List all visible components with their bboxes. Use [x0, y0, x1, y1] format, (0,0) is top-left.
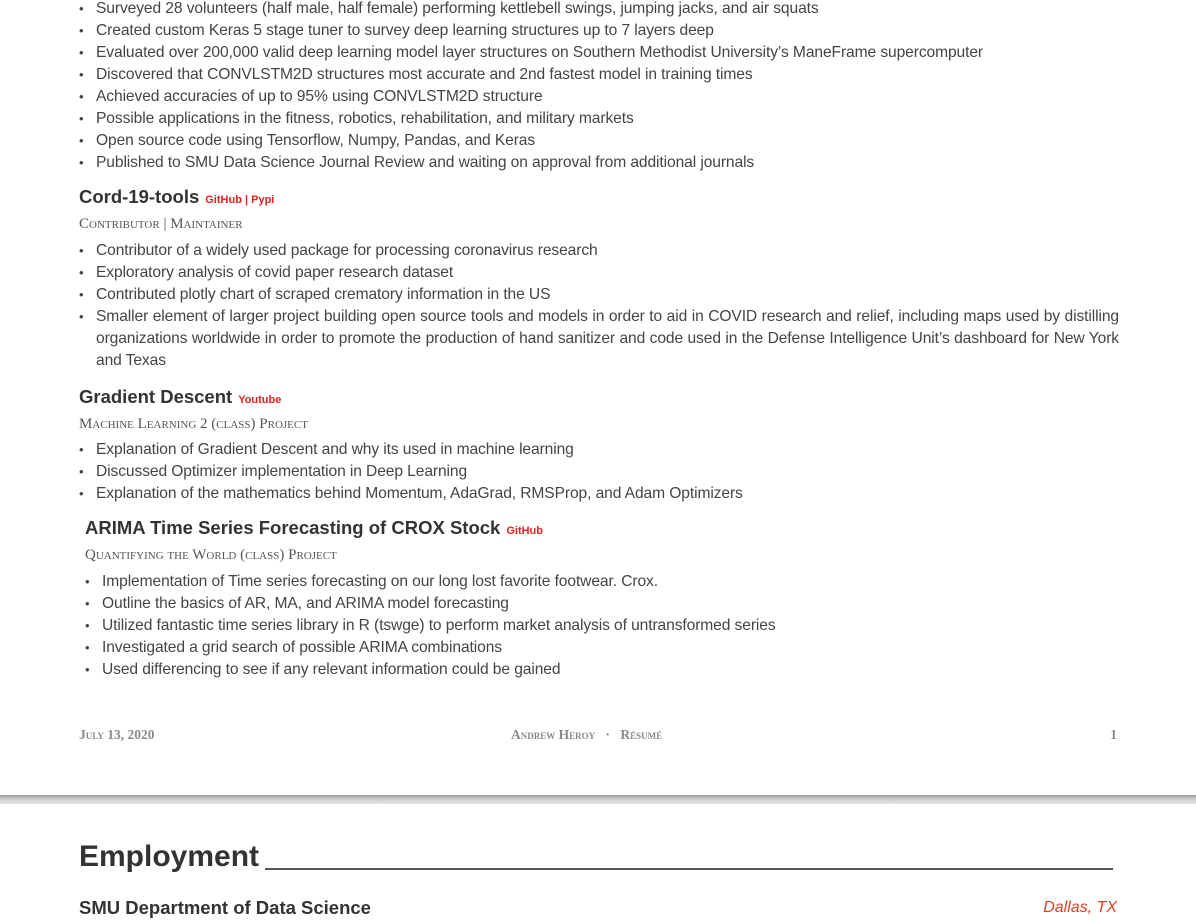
list-item: Published to SMU Data Science Journal Re…	[79, 152, 1119, 174]
project-title-arima: ARIMA Time Series Forecasting of CROX St…	[85, 517, 543, 539]
footer-doc-title: Résumé	[620, 727, 663, 742]
footer-page-number: 1	[1110, 727, 1117, 742]
footer-date: July 13, 2020	[79, 727, 155, 742]
list-item: Possible applications in the fitness, ro…	[79, 108, 1119, 130]
project-title-gradient-descent: Gradient Descent Youtube	[79, 386, 281, 408]
footer-center: Andrew Heroy · Résumé	[511, 727, 662, 743]
list-item: Used differencing to see if any relevant…	[85, 659, 1115, 681]
project-bullet-list: Implementation of Time series forecastin…	[85, 571, 1115, 681]
project-links: GitHub | Pypi	[205, 194, 275, 206]
list-item: Explanation of the mathematics behind Mo…	[79, 483, 1119, 505]
list-item: Investigated a grid search of possible A…	[85, 637, 1115, 659]
list-item: Explanation of Gradient Descent and why …	[79, 439, 1119, 461]
list-item: Contributor of a widely used package for…	[79, 240, 1119, 262]
employer-location: Dallas, TX	[1043, 899, 1117, 916]
list-item: Smaller element of larger project buildi…	[79, 306, 1119, 372]
resume-page-1: Surveyed 28 volunteers (half male, half …	[0, 0, 1196, 795]
section-rule	[265, 868, 1113, 870]
project-links: GitHub	[506, 525, 543, 537]
github-link[interactable]: GitHub	[205, 194, 242, 206]
list-item: Discovered that CONVLSTM2D structures mo…	[79, 64, 1119, 86]
github-link[interactable]: GitHub	[506, 525, 543, 537]
list-item: Discussed Optimizer implementation in De…	[79, 461, 1119, 483]
footer-separator: ·	[605, 727, 611, 742]
project-title-text: Gradient Descent	[79, 386, 233, 407]
project-title-cord19: Cord-19-tools GitHub | Pypi	[79, 186, 274, 208]
project-title-text: ARIMA Time Series Forecasting of CROX St…	[85, 517, 501, 538]
project-bullet-list: Surveyed 28 volunteers (half male, half …	[79, 0, 1119, 174]
employer-name: SMU Department of Data Science	[79, 897, 371, 918]
project-bullet-list: Contributor of a widely used package for…	[79, 240, 1119, 372]
project-role: Contributor | Maintainer	[79, 216, 243, 232]
list-item: Outline the basics of AR, MA, and ARIMA …	[85, 593, 1115, 615]
project-title-text: Cord-19-tools	[79, 186, 200, 207]
page-separator	[0, 795, 1196, 804]
list-item: Contributed plotly chart of scraped crem…	[79, 284, 1119, 306]
list-item: Surveyed 28 volunteers (half male, half …	[79, 0, 1119, 20]
list-item: Implementation of Time series forecastin…	[85, 571, 1115, 593]
list-item: Achieved accuracies of up to 95% using C…	[79, 86, 1119, 108]
footer-author: Andrew Heroy	[511, 727, 596, 742]
project-role: Quantifying the World (class) Project	[85, 547, 337, 563]
project-links: Youtube	[238, 394, 281, 406]
list-item: Created custom Keras 5 stage tuner to su…	[79, 20, 1119, 42]
youtube-link[interactable]: Youtube	[238, 394, 281, 406]
list-item: Evaluated over 200,000 valid deep learni…	[79, 42, 1119, 64]
pypi-link[interactable]: Pypi	[251, 194, 274, 206]
list-item: Open source code using Tensorflow, Numpy…	[79, 130, 1119, 152]
project-bullet-list: Explanation of Gradient Descent and why …	[79, 439, 1119, 505]
list-item: Exploratory analysis of covid paper rese…	[79, 262, 1119, 284]
section-title: Employment	[79, 840, 260, 873]
list-item: Utilized fantastic time series library i…	[85, 615, 1115, 637]
project-role: Machine Learning 2 (class) Project	[79, 416, 308, 432]
